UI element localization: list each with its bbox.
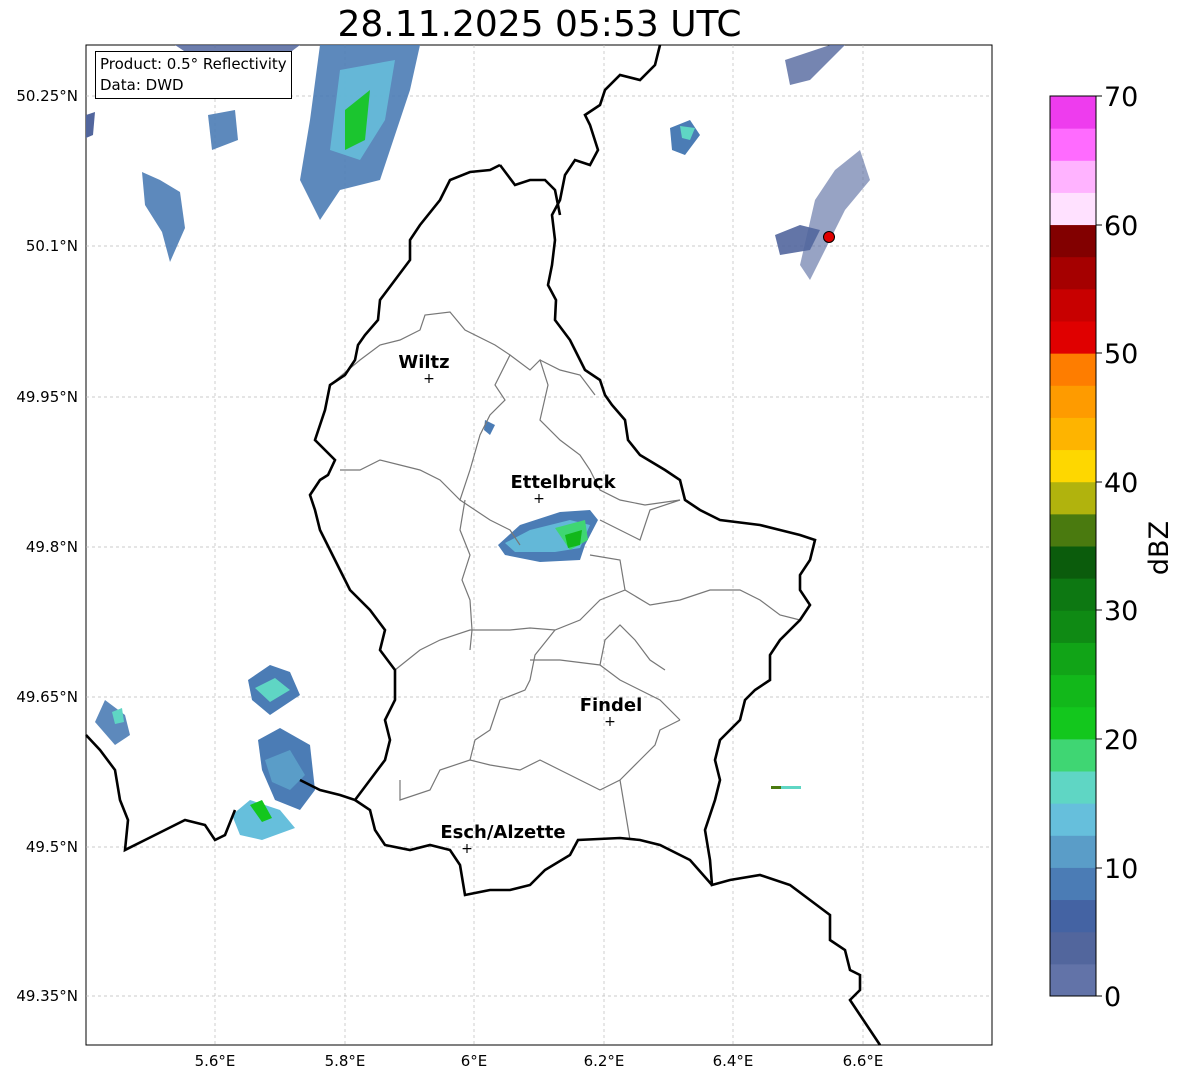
lon-tick-labels: 5.6°E 5.8°E 6°E 6.2°E 6.4°E 6.6°E: [195, 1052, 884, 1070]
product-info-box: Product: 0.5° Reflectivity Data: DWD: [95, 51, 292, 99]
colorbar-segment: [1050, 353, 1096, 386]
lon-tick: 5.8°E: [325, 1052, 366, 1070]
colorbar-segment: [1050, 835, 1096, 868]
city-label-findel: Findel: [580, 695, 643, 716]
colorbar-segment: [1050, 546, 1096, 579]
colorbar-segment: [1050, 803, 1096, 836]
colorbar-segment: [1050, 449, 1096, 483]
colorbar-segment: [1050, 513, 1096, 547]
colorbar-segment: [1050, 481, 1096, 515]
city-marker-icon: +: [423, 371, 435, 387]
lat-tick: 49.8°N: [26, 538, 78, 556]
colorbar-segment: [1050, 610, 1096, 643]
colorbar-segment: [1050, 321, 1096, 354]
city-marker-icon: +: [461, 841, 473, 857]
lon-tick: 6°E: [461, 1052, 488, 1070]
lon-tick: 5.6°E: [195, 1052, 236, 1070]
radar-site-marker: [823, 231, 835, 243]
city-label-ettelbruck: Ettelbruck: [510, 472, 616, 493]
colorbar-segment: [1050, 385, 1096, 418]
colorbar: [1049, 95, 1102, 997]
lat-tick: 49.65°N: [16, 688, 78, 706]
colorbar-segment: [1050, 706, 1096, 740]
colorbar-segment: [1050, 192, 1096, 226]
colorbar-segment: [1050, 578, 1096, 611]
colorbar-tick: 70: [1104, 82, 1138, 113]
colorbar-segment: [1050, 931, 1096, 965]
colorbar-tick: 60: [1104, 211, 1138, 242]
colorbar-segment: [1050, 642, 1096, 676]
colorbar-segment: [1050, 288, 1096, 322]
colorbar-segment: [1050, 128, 1096, 161]
colorbar-segment: [1050, 899, 1096, 933]
lat-tick-labels: 50.25°N 50.1°N 49.95°N 49.8°N 49.65°N 49…: [16, 87, 78, 1005]
lat-tick: 49.35°N: [16, 987, 78, 1005]
colorbar-tick: 30: [1104, 596, 1138, 627]
colorbar-segment: [1050, 738, 1096, 772]
colorbar-tick: 40: [1104, 468, 1138, 499]
lat-tick: 50.25°N: [16, 87, 78, 105]
colorbar-tick-labels: 70 60 50 40 30 20 10 0: [1104, 82, 1138, 1013]
city-label-wiltz: Wiltz: [398, 352, 449, 373]
city-marker-icon: +: [533, 491, 545, 507]
lon-tick: 6.4°E: [713, 1052, 754, 1070]
lat-tick: 50.1°N: [26, 237, 78, 255]
colorbar-segment: [1050, 256, 1096, 290]
lat-tick: 49.5°N: [26, 838, 78, 856]
colorbar-segment: [1050, 417, 1096, 451]
data-source-text: Data: DWD: [100, 76, 184, 94]
colorbar-label: dBZ: [1144, 521, 1175, 575]
colorbar-tick: 0: [1104, 982, 1121, 1013]
colorbar-segment: [1050, 160, 1096, 193]
city-label-esch-alzette: Esch/Alzette: [440, 822, 565, 843]
colorbar-segment: [1050, 771, 1096, 804]
colorbar-segment: [1050, 674, 1096, 708]
colorbar-segment: [1050, 867, 1096, 901]
lon-tick: 6.6°E: [843, 1052, 884, 1070]
lat-tick: 49.95°N: [16, 388, 78, 406]
radar-map-figure: Wiltz + Ettelbruck + Findel + Esch/Alzet…: [16, 44, 1175, 1070]
colorbar-tick: 10: [1104, 854, 1138, 885]
product-text: Product: 0.5° Reflectivity: [100, 55, 287, 73]
colorbar-tick: 20: [1104, 725, 1138, 756]
city-marker-icon: +: [604, 714, 616, 730]
colorbar-tick: 50: [1104, 339, 1138, 370]
colorbar-segment: [1050, 96, 1096, 129]
lon-tick: 6.2°E: [584, 1052, 625, 1070]
colorbar-segment: [1050, 224, 1096, 258]
colorbar-segment: [1050, 963, 1096, 997]
